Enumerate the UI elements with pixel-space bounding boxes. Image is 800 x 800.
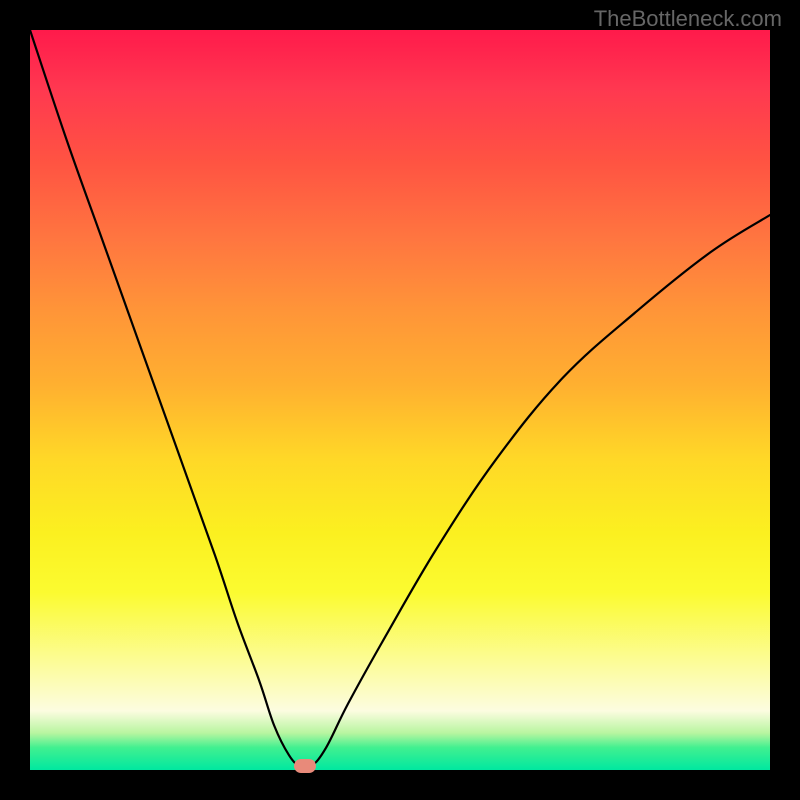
watermark-text: TheBottleneck.com <box>594 6 782 32</box>
bottleneck-curve <box>30 30 770 770</box>
chart-plot-area <box>30 30 770 770</box>
optimal-point-marker <box>294 759 316 773</box>
